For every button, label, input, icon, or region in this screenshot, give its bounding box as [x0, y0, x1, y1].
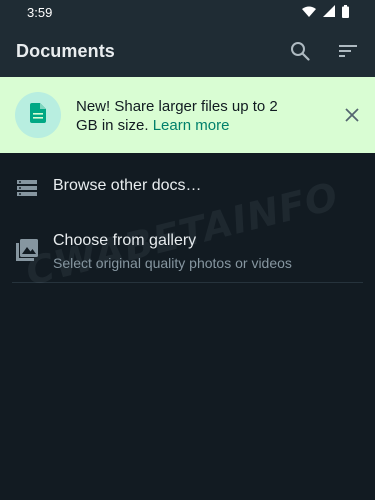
- status-bar: 3:59: [0, 0, 375, 25]
- info-banner: New! Share larger files up to 2 GB in si…: [0, 77, 375, 153]
- learn-more-link[interactable]: Learn more: [153, 117, 230, 134]
- storage-icon: [16, 177, 38, 199]
- status-icons: [302, 4, 349, 21]
- wifi-icon: [302, 5, 316, 20]
- battery-icon: [342, 4, 349, 21]
- app-actions: [285, 36, 363, 66]
- banner-text: New! Share larger files up to 2 GB in si…: [76, 97, 301, 135]
- document-icon: [30, 102, 46, 128]
- close-icon[interactable]: [341, 104, 363, 126]
- page-title: Documents: [16, 40, 115, 61]
- app-bar: Documents: [0, 25, 375, 77]
- sort-icon[interactable]: [333, 36, 363, 66]
- browse-docs-label: Browse other docs…: [53, 177, 202, 194]
- status-time: 3:59: [27, 5, 53, 20]
- search-icon[interactable]: [285, 36, 315, 66]
- banner-icon-circle: [15, 92, 61, 138]
- signal-icon: [323, 5, 335, 20]
